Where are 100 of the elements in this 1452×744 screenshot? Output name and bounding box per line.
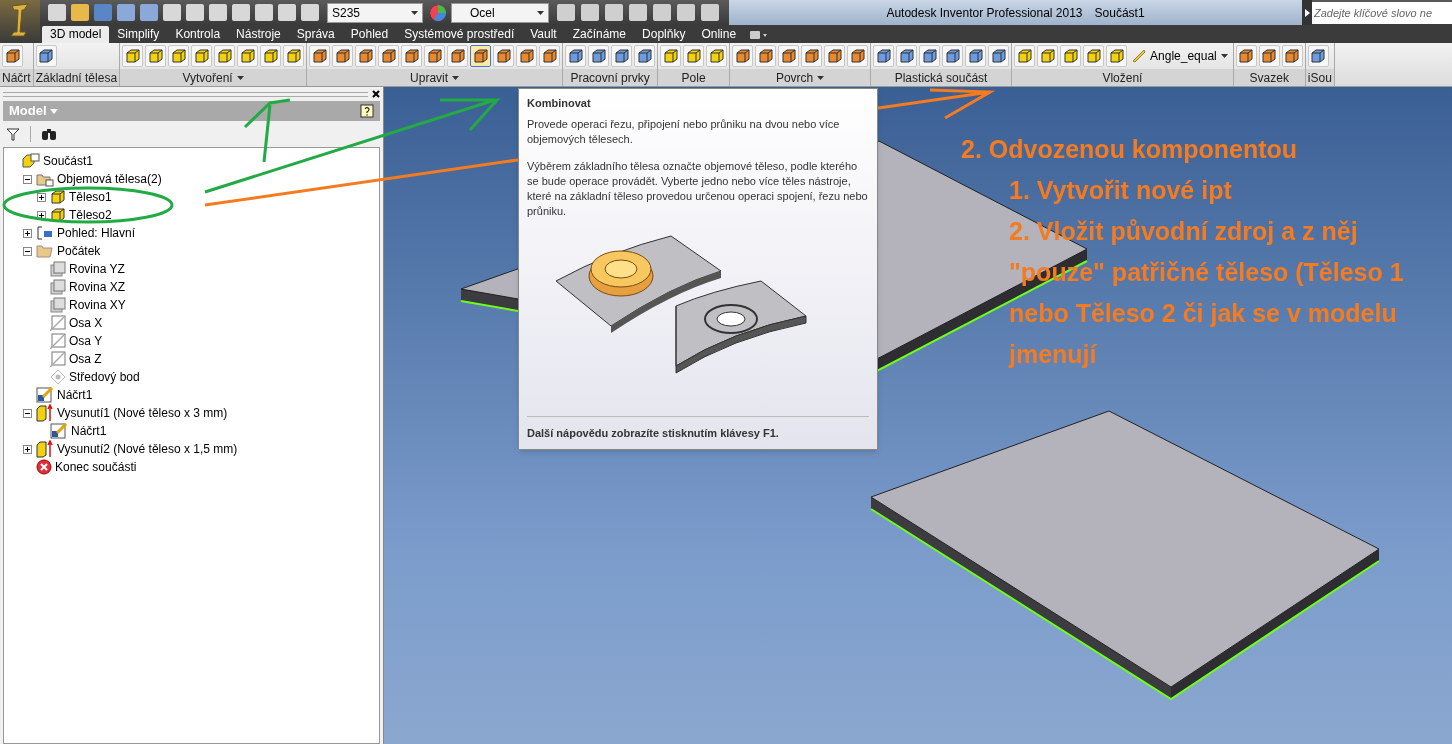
tool-button[interactable] (493, 45, 515, 67)
menu-tab[interactable]: Online (693, 26, 745, 43)
tool-button[interactable] (965, 45, 987, 67)
tooltip-footer: Další nápovědu zobrazíte stisknutím klávesy F1. (527, 426, 779, 439)
menu-tab[interactable]: Pohled (342, 26, 397, 43)
tool-button[interactable] (447, 45, 469, 67)
tool-button[interactable] (732, 45, 754, 67)
menu-tab[interactable]: Správa (288, 26, 343, 43)
menu-tab[interactable]: Simplify (109, 26, 168, 43)
tool-button[interactable] (1235, 45, 1257, 67)
help-icon[interactable] (360, 104, 374, 118)
tool-button[interactable] (755, 45, 777, 67)
search-field[interactable]: Zadejte klíčové slovo ne (1312, 1, 1452, 24)
expand-icon[interactable] (1304, 8, 1310, 17)
tool-button[interactable] (168, 45, 190, 67)
expand-toggle[interactable] (23, 408, 32, 418)
tool-button[interactable] (2, 45, 23, 67)
tool-button[interactable] (378, 45, 400, 67)
material-dropdown[interactable]: S235 (327, 2, 423, 23)
menu-tab[interactable]: Kontrola (167, 26, 229, 43)
tool-button[interactable] (942, 45, 964, 67)
menu-tab[interactable]: Systémové prostředí (396, 26, 523, 43)
tool-button[interactable] (355, 45, 377, 67)
expand-toggle[interactable] (23, 246, 32, 256)
tool-button[interactable] (1014, 45, 1036, 67)
tool-button[interactable] (1258, 45, 1280, 67)
tool-button[interactable] (706, 45, 728, 67)
tree-item[interactable]: Rovina XZ (69, 281, 126, 293)
tool-button[interactable] (214, 45, 236, 67)
tree-item[interactable]: Pohled: Hlavní (57, 227, 136, 239)
tool-button[interactable] (1106, 45, 1128, 67)
tool-button[interactable] (778, 45, 800, 67)
tool-button[interactable] (122, 45, 144, 67)
tree-item[interactable]: Vysunutí1 (Nové těleso x 3 mm) (57, 407, 228, 419)
tool-button[interactable] (588, 45, 610, 67)
tool-button[interactable] (35, 45, 57, 67)
tree-item[interactable]: Těleso1 (69, 191, 112, 203)
appearance-dropdown[interactable]: Ocel (451, 2, 549, 23)
tree-item[interactable]: Rovina XY (69, 299, 126, 311)
tool-button[interactable] (539, 45, 561, 67)
tree-item[interactable]: Rovina YZ (69, 263, 125, 275)
tool-button[interactable] (260, 45, 282, 67)
tool-button[interactable] (683, 45, 705, 67)
menu-tab[interactable]: Vault (522, 26, 565, 43)
expand-toggle[interactable] (37, 192, 46, 202)
tool-button[interactable] (660, 45, 682, 67)
menu-tab[interactable]: Doplňky (634, 26, 694, 43)
tree-item[interactable]: Objemová tělesa(2) (57, 173, 162, 185)
tree-item[interactable]: Osa X (69, 317, 103, 329)
expand-toggle[interactable] (23, 444, 32, 454)
expand-toggle[interactable] (23, 228, 32, 238)
tool-button[interactable] (988, 45, 1010, 67)
tool-button[interactable] (401, 45, 423, 67)
tree-item[interactable]: Náčrt1 (57, 389, 93, 401)
tool-button[interactable] (470, 45, 492, 67)
annotation-heading: 2. Odvozenou komponentou (961, 134, 1299, 165)
tree-item[interactable]: Náčrt1 (71, 425, 107, 437)
tool-button[interactable] (1037, 45, 1059, 67)
dropdown-icon[interactable] (750, 31, 769, 39)
tool-button[interactable] (309, 45, 331, 67)
tree-item[interactable]: Osa Y (69, 335, 103, 347)
tool-button[interactable] (873, 45, 895, 67)
tool-button[interactable] (919, 45, 941, 67)
tool-button[interactable] (634, 45, 656, 67)
menu-tab[interactable]: Nástroje (228, 26, 289, 43)
tool-button[interactable] (1060, 45, 1082, 67)
cube-icon (1261, 48, 1278, 64)
find-icon[interactable] (41, 127, 57, 141)
tool-button[interactable] (1307, 45, 1329, 67)
tree-item[interactable]: Počátek (57, 245, 101, 257)
tool-button[interactable] (1083, 45, 1105, 67)
cube-icon (334, 48, 351, 64)
tool-button[interactable] (565, 45, 587, 67)
filter-icon[interactable] (6, 127, 20, 141)
tool-button[interactable] (237, 45, 259, 67)
tree-item[interactable]: Součást1 (43, 155, 94, 167)
tree-item[interactable]: Osa Z (69, 353, 102, 365)
close-icon[interactable] (372, 90, 380, 98)
tool-button[interactable] (332, 45, 354, 67)
tool-button[interactable] (824, 45, 846, 67)
tool-button[interactable] (896, 45, 918, 67)
tree-item[interactable]: Středový bod (69, 371, 140, 383)
menu-tab[interactable]: 3D model (42, 26, 110, 43)
tool-button[interactable] (801, 45, 823, 67)
tool-button[interactable] (1281, 45, 1303, 67)
expand-toggle[interactable] (23, 174, 32, 184)
style-dropdown[interactable]: Angle_equal (1129, 45, 1231, 67)
tool-button[interactable] (145, 45, 167, 67)
tool-button[interactable] (611, 45, 633, 67)
tool-button[interactable] (424, 45, 446, 67)
tree-item[interactable]: Konec součásti (55, 461, 137, 473)
tree-item[interactable]: Těleso2 (69, 209, 112, 221)
tool-button[interactable] (847, 45, 869, 67)
tree-item[interactable]: Vysunutí2 (Nové těleso x 1,5 mm) (57, 443, 238, 455)
menu-tab[interactable]: Začínáme (564, 26, 635, 43)
tool-button[interactable] (191, 45, 213, 67)
application-menu-button[interactable] (0, 0, 40, 43)
tool-button[interactable] (516, 45, 538, 67)
expand-toggle[interactable] (37, 210, 46, 220)
tool-button[interactable] (283, 45, 305, 67)
